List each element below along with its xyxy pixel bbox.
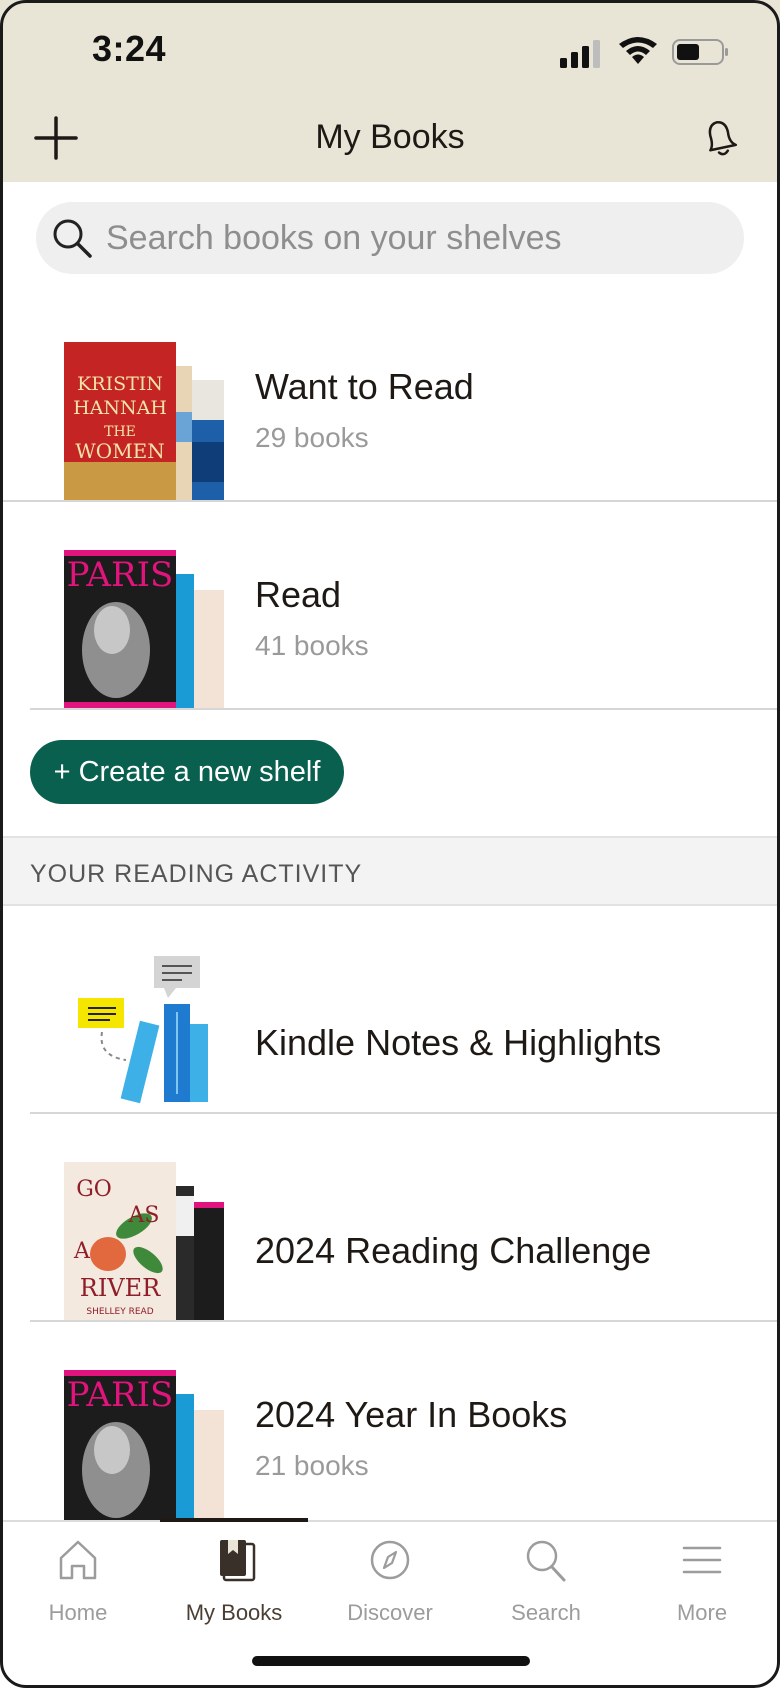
- tab-label: Home: [48, 1600, 108, 1625]
- cover-text: AS: [128, 1203, 160, 1228]
- shelf-name: Read: [255, 574, 342, 615]
- search-bar[interactable]: [36, 202, 744, 274]
- search-input[interactable]: [106, 202, 726, 274]
- cover-text: GO: [76, 1177, 112, 1202]
- shelf-count: 41 books: [255, 630, 369, 661]
- tab-label: Search: [511, 1600, 581, 1625]
- wifi-icon: [619, 37, 657, 64]
- shelf-covers: GO AS A RIVER SHELLEY READ: [64, 1162, 224, 1320]
- tab-label: More: [676, 1600, 728, 1625]
- activity-name: Kindle Notes & Highlights: [255, 1022, 662, 1063]
- bell-icon[interactable]: [700, 116, 740, 160]
- menu-icon: [682, 1546, 722, 1574]
- shelf-covers: PARIS: [64, 1370, 224, 1528]
- home-icon: [59, 1540, 97, 1580]
- tab-discover[interactable]: Discover: [312, 1536, 468, 1646]
- book-icon: [220, 1540, 256, 1582]
- shelf-covers: KRISTIN HANNAH THE WOMEN: [64, 342, 224, 500]
- activity-name: 2024 Year In Books: [255, 1394, 568, 1435]
- activity-name: 2024 Reading Challenge: [255, 1230, 652, 1271]
- tab-more[interactable]: More: [624, 1536, 780, 1646]
- shelf-covers: PARIS: [64, 550, 224, 708]
- tab-search[interactable]: Search: [468, 1536, 624, 1646]
- activity-kindle-notes[interactable]: Kindle Notes & Highlights: [0, 906, 780, 1114]
- cover-text: A: [73, 1239, 91, 1264]
- activity-count: 21 books: [255, 1450, 369, 1481]
- compass-icon: [370, 1540, 410, 1580]
- cover-text: WOMEN: [75, 439, 165, 463]
- status-icons: [560, 36, 730, 68]
- my-books-screen: 3:24 My Books Search books on your shelv…: [0, 0, 780, 1688]
- notes-highlights-icon: [78, 956, 208, 1104]
- top-bar: 3:24 My Books: [0, 0, 780, 182]
- search-icon: [53, 219, 92, 258]
- kindle-notes-illustration: [64, 956, 224, 1114]
- tab-label: My Books: [185, 1600, 283, 1625]
- book-cover-stack: KRISTIN HANNAH THE WOMEN: [64, 342, 224, 500]
- tab-home[interactable]: Home: [0, 1536, 156, 1646]
- cover-text: KRISTIN: [77, 373, 163, 395]
- book-cover-stack: GO AS A RIVER SHELLEY READ: [64, 1162, 224, 1320]
- create-shelf-button[interactable]: + Create a new shelf: [30, 740, 344, 804]
- cover-text: PARIS: [67, 1375, 174, 1415]
- cover-text: SHELLEY READ: [86, 1307, 153, 1317]
- search-icon: [526, 1540, 566, 1582]
- cover-text: RIVER: [80, 1274, 161, 1302]
- shelf-count: 29 books: [255, 422, 369, 453]
- shelf-read[interactable]: PARIS Read 41 books: [0, 502, 780, 710]
- shelf-want-to-read[interactable]: KRISTIN HANNAH THE WOMEN Want to Read 29…: [0, 294, 780, 502]
- home-indicator[interactable]: [252, 1656, 530, 1666]
- divider: [30, 708, 780, 710]
- cover-text: PARIS: [67, 555, 174, 595]
- book-cover-stack: PARIS: [64, 550, 224, 708]
- page-title: My Books: [315, 118, 465, 156]
- section-title: YOUR READING ACTIVITY: [30, 860, 363, 888]
- tab-my-books[interactable]: My Books: [156, 1536, 312, 1646]
- active-tab-indicator: [160, 1518, 308, 1522]
- tab-label: Discover: [347, 1600, 433, 1625]
- reading-activity-header: YOUR READING ACTIVITY: [0, 836, 780, 906]
- activity-reading-challenge[interactable]: GO AS A RIVER SHELLEY READ 2024 Reading …: [0, 1114, 780, 1322]
- activity-year-in-books[interactable]: PARIS 2024 Year In Books 21 books: [0, 1322, 780, 1530]
- cellular-signal-icon: [560, 40, 600, 68]
- battery-icon: [672, 39, 728, 65]
- cover-text: HANNAH: [73, 397, 167, 419]
- status-time: 3:24: [92, 28, 167, 69]
- book-cover-stack: PARIS: [64, 1370, 224, 1528]
- shelf-name: Want to Read: [255, 366, 474, 407]
- cover-text: THE: [104, 424, 136, 440]
